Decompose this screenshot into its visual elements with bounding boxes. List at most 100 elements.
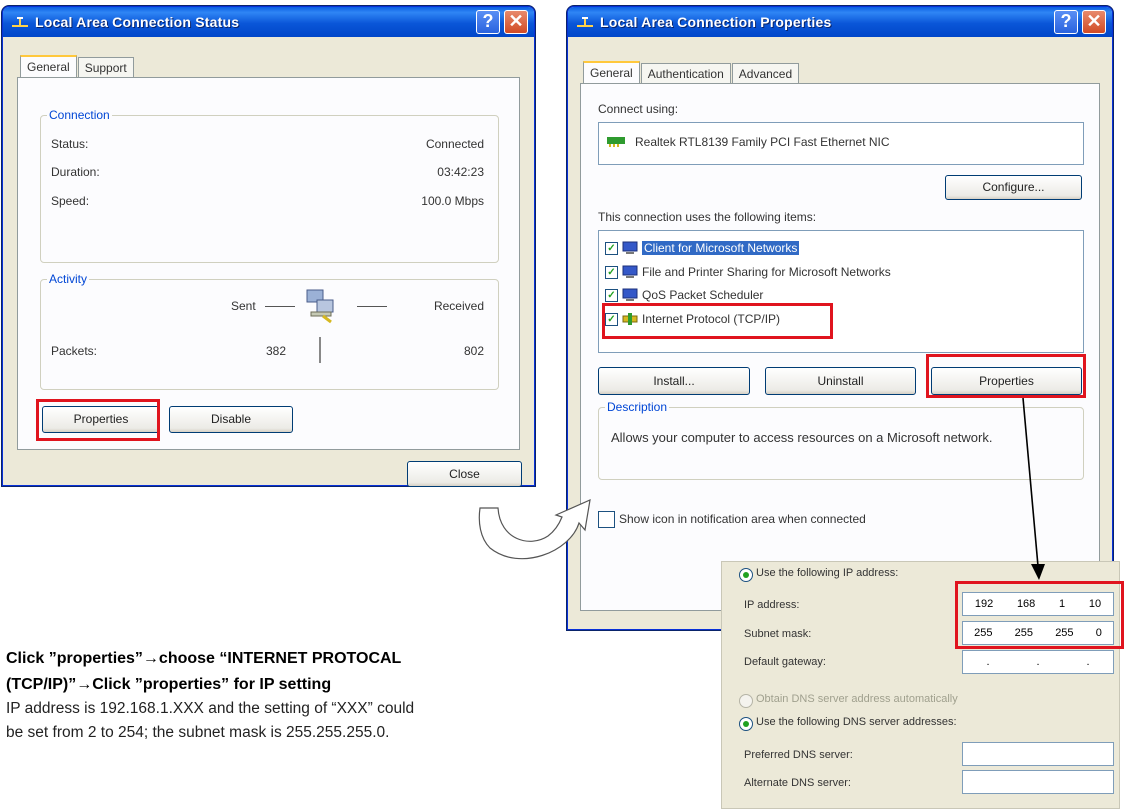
- gateway-dot: .: [986, 656, 990, 668]
- properties-window-title: Local Area Connection Properties: [600, 14, 832, 30]
- status-window-title: Local Area Connection Status: [35, 14, 240, 30]
- network-adapter-icon: [607, 137, 625, 147]
- obtain-dns-label: Obtain DNS server address automatically: [756, 693, 958, 705]
- list-item[interactable]: ✓ QoS Packet Scheduler: [605, 286, 763, 304]
- status-label: Status:: [51, 137, 89, 151]
- preferred-dns-input[interactable]: [962, 742, 1114, 766]
- preferred-dns-label: Preferred DNS server:: [744, 749, 853, 761]
- tab-general[interactable]: General: [20, 55, 77, 77]
- computer-icon: [622, 265, 638, 278]
- checkbox-checked[interactable]: ✓: [605, 241, 618, 255]
- caption-line-1: Click ”properties”→choose “INTERNET PROT…: [6, 650, 402, 667]
- show-icon-checkbox[interactable]: [598, 511, 615, 528]
- close-window-button[interactable]: ✕: [504, 10, 528, 34]
- subnet-mask-label: Subnet mask:: [744, 628, 812, 640]
- disable-button[interactable]: Disable: [169, 406, 293, 433]
- sent-line: [265, 306, 295, 307]
- status-value: Connected: [425, 137, 484, 151]
- radio-unselected[interactable]: [739, 694, 753, 708]
- sent-label: Sent: [231, 299, 256, 313]
- caption-line-4: be set from 2 to 254; the subnet mask is…: [6, 724, 390, 741]
- properties-general-panel: Connect using: Realtek RTL8139 Family PC…: [580, 83, 1100, 611]
- network-connection-icon: [577, 17, 593, 27]
- protocol-icon: [622, 313, 638, 325]
- radio-selected[interactable]: [739, 568, 753, 582]
- components-list[interactable]: ✓ Client for Microsoft Networks ✓ File a…: [598, 230, 1084, 353]
- gateway-dot: .: [1036, 656, 1040, 668]
- items-label: This connection uses the following items…: [598, 210, 817, 224]
- status-window: Local Area Connection Status ? ✕ General…: [2, 6, 535, 487]
- adapter-field: Realtek RTL8139 Family PCI Fast Ethernet…: [598, 122, 1084, 165]
- checkbox-checked[interactable]: ✓: [605, 288, 618, 302]
- use-following-ip-label: Use the following IP address:: [756, 567, 899, 579]
- close-window-button[interactable]: ✕: [1082, 10, 1106, 34]
- item-properties-button[interactable]: Properties: [931, 367, 1082, 395]
- configure-button[interactable]: Configure...: [945, 175, 1082, 200]
- description-text: Allows your computer to access resources…: [611, 430, 993, 445]
- ip-address-input[interactable]: 192 168 1 10: [962, 592, 1114, 616]
- adapter-name: Realtek RTL8139 Family PCI Fast Ethernet…: [635, 135, 890, 149]
- help-button[interactable]: ?: [1054, 10, 1078, 34]
- ip-octet: 10: [1088, 598, 1102, 610]
- list-item[interactable]: ✓ File and Printer Sharing for Microsoft…: [605, 263, 891, 281]
- network-computers-icon: [306, 289, 334, 324]
- list-item-label: Internet Protocol (TCP/IP): [642, 312, 781, 326]
- caption-line-2: (TCP/IP)”→Click ”properties” for IP sett…: [6, 676, 332, 693]
- packets-sent-value: 382: [265, 344, 286, 358]
- list-item[interactable]: ✓ Internet Protocol (TCP/IP): [605, 310, 780, 328]
- show-icon-label: Show icon in notification area when conn…: [619, 512, 866, 526]
- subnet-octet: 255: [974, 627, 993, 639]
- alternate-dns-input[interactable]: [962, 770, 1114, 794]
- checkbox-checked[interactable]: ✓: [605, 265, 618, 279]
- ip-octet: 168: [1016, 598, 1036, 610]
- speed-value: 100.0 Mbps: [421, 194, 484, 208]
- duration-label: Duration:: [51, 165, 100, 179]
- default-gateway-input[interactable]: ...: [962, 650, 1114, 674]
- description-group: Description Allows your computer to acce…: [598, 400, 1084, 480]
- status-properties-button[interactable]: Properties: [42, 406, 160, 433]
- list-item[interactable]: ✓ Client for Microsoft Networks: [605, 239, 800, 257]
- list-item-label: File and Printer Sharing for Microsoft N…: [642, 265, 891, 279]
- activity-group-label: Activity: [47, 272, 90, 286]
- received-line: [357, 306, 387, 307]
- checkbox-checked[interactable]: ✓: [605, 312, 618, 326]
- install-button[interactable]: Install...: [598, 367, 750, 395]
- activity-group: Activity Sent Received Packets: 382 802: [40, 272, 499, 390]
- subnet-mask-input[interactable]: 255 255 255 0: [962, 621, 1114, 645]
- gateway-dot: .: [1086, 656, 1090, 668]
- tab-advanced[interactable]: Advanced: [731, 63, 800, 83]
- subnet-octet: 255: [1055, 627, 1074, 639]
- packets-received-value: 802: [463, 344, 484, 358]
- uninstall-button[interactable]: Uninstall: [765, 367, 916, 395]
- connection-group: Connection Status: Connected Duration: 0…: [40, 108, 499, 263]
- ip-address-label: IP address:: [744, 599, 800, 611]
- radio-selected[interactable]: [739, 717, 753, 731]
- tab-authentication[interactable]: Authentication: [640, 63, 731, 83]
- computer-icon: [622, 288, 638, 301]
- ip-octet: 1: [1059, 598, 1066, 610]
- connect-using-label: Connect using:: [598, 102, 679, 116]
- status-general-panel: Connection Status: Connected Duration: 0…: [17, 77, 520, 450]
- use-following-dns-label: Use the following DNS server addresses:: [756, 716, 957, 728]
- computer-icon: [622, 241, 638, 254]
- tcpip-settings-panel: Use the following IP address: IP address…: [721, 561, 1120, 809]
- help-icon: ?: [1060, 11, 1072, 31]
- properties-titlebar[interactable]: Local Area Connection Properties ? ✕: [568, 7, 1112, 37]
- help-button[interactable]: ?: [476, 10, 500, 34]
- ip-octet: 192: [974, 598, 994, 610]
- help-icon: ?: [482, 11, 494, 31]
- list-item-label: Client for Microsoft Networks: [642, 241, 800, 255]
- tab-support[interactable]: Support: [77, 57, 134, 77]
- caption-line-3: IP address is 192.168.1.XXX and the sett…: [6, 700, 415, 717]
- subnet-octet: 255: [1014, 627, 1033, 639]
- duration-value: 03:42:23: [437, 165, 484, 179]
- tab-general[interactable]: General: [583, 61, 640, 83]
- packets-label: Packets:: [51, 344, 98, 358]
- default-gateway-label: Default gateway:: [744, 656, 826, 668]
- status-close-button[interactable]: Close: [407, 461, 522, 487]
- list-item-label: QoS Packet Scheduler: [642, 288, 764, 302]
- properties-window: Local Area Connection Properties ? ✕ Gen…: [567, 6, 1113, 630]
- status-titlebar[interactable]: Local Area Connection Status ? ✕: [3, 7, 534, 37]
- close-icon: ✕: [1086, 11, 1102, 31]
- network-connection-icon: [12, 17, 28, 27]
